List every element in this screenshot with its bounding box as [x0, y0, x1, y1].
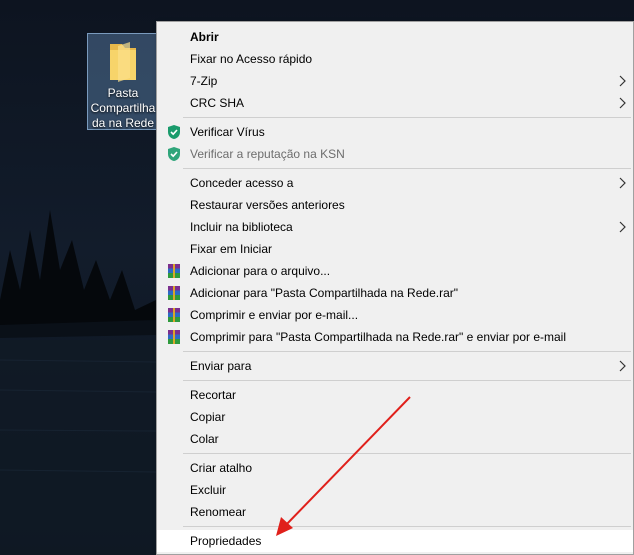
- chevron-right-icon: [619, 360, 626, 372]
- menu-item-send-to[interactable]: Enviar para: [157, 355, 633, 377]
- menu-item-check-reputation[interactable]: Verificar a reputação na KSN: [157, 143, 633, 165]
- menu-item-label: Comprimir e enviar por e-mail...: [190, 308, 359, 322]
- menu-item-compress-rar-email[interactable]: Comprimir para "Pasta Compartilhada na R…: [157, 326, 633, 348]
- winrar-icon: [168, 330, 180, 344]
- folder-icon: [110, 42, 136, 82]
- menu-separator: [183, 380, 631, 381]
- menu-item-label: 7-Zip: [190, 74, 218, 88]
- menu-item-label: Fixar no Acesso rápido: [190, 52, 313, 66]
- menu-item-delete[interactable]: Excluir: [157, 479, 633, 501]
- menu-item-compress-email[interactable]: Comprimir e enviar por e-mail...: [157, 304, 633, 326]
- menu-separator: [183, 351, 631, 352]
- menu-item-add-archive[interactable]: Adicionar para o arquivo...: [157, 260, 633, 282]
- menu-item-label: Adicionar para "Pasta Compartilhada na R…: [190, 286, 458, 300]
- menu-item-give-access[interactable]: Conceder acesso a: [157, 172, 633, 194]
- winrar-icon: [168, 264, 180, 278]
- menu-item-label: Verificar Vírus: [190, 125, 265, 139]
- menu-item-7zip[interactable]: 7-Zip: [157, 70, 633, 92]
- menu-item-create-shortcut[interactable]: Criar atalho: [157, 457, 633, 479]
- chevron-right-icon: [619, 221, 626, 233]
- menu-item-label: Restaurar versões anteriores: [190, 198, 345, 212]
- menu-item-properties[interactable]: Propriedades: [157, 530, 633, 552]
- winrar-icon: [168, 308, 180, 322]
- menu-item-crc-sha[interactable]: CRC SHA: [157, 92, 633, 114]
- menu-item-include-library[interactable]: Incluir na biblioteca: [157, 216, 633, 238]
- menu-item-scan-virus[interactable]: Verificar Vírus: [157, 121, 633, 143]
- menu-item-label: Conceder acesso a: [190, 176, 294, 190]
- desktop-folder-label: Pasta Compartilhada na Rede: [90, 86, 156, 130]
- menu-separator: [183, 526, 631, 527]
- menu-item-label: CRC SHA: [190, 96, 245, 110]
- menu-item-rename[interactable]: Renomear: [157, 501, 633, 523]
- menu-item-label: Colar: [190, 432, 219, 446]
- menu-item-copy[interactable]: Copiar: [157, 406, 633, 428]
- menu-item-label: Abrir: [190, 30, 219, 44]
- menu-item-label: Copiar: [190, 410, 226, 424]
- chevron-right-icon: [619, 75, 626, 87]
- menu-item-label: Fixar em Iniciar: [190, 242, 273, 256]
- menu-item-label: Criar atalho: [190, 461, 253, 475]
- desktop-folder-icon[interactable]: Pasta Compartilhada na Rede: [87, 33, 157, 130]
- menu-item-pin-start[interactable]: Fixar em Iniciar: [157, 238, 633, 260]
- menu-item-label: Comprimir para "Pasta Compartilhada na R…: [190, 330, 567, 344]
- chevron-right-icon: [619, 97, 626, 109]
- menu-item-label: Recortar: [190, 388, 237, 402]
- winrar-icon: [168, 286, 180, 300]
- shield-check-icon: [168, 125, 180, 139]
- menu-separator: [183, 117, 631, 118]
- chevron-right-icon: [619, 177, 626, 189]
- menu-item-label: Excluir: [190, 483, 227, 497]
- menu-item-cut[interactable]: Recortar: [157, 384, 633, 406]
- menu-item-label: Verificar a reputação na KSN: [190, 147, 345, 161]
- context-menu: Abrir Fixar no Acesso rápido 7-Zip CRC S…: [156, 21, 634, 555]
- menu-item-label: Propriedades: [190, 534, 262, 548]
- menu-item-pin-quick-access[interactable]: Fixar no Acesso rápido: [157, 48, 633, 70]
- shield-check-icon: [168, 147, 180, 161]
- menu-item-label: Adicionar para o arquivo...: [190, 264, 331, 278]
- menu-item-add-to-rar[interactable]: Adicionar para "Pasta Compartilhada na R…: [157, 282, 633, 304]
- menu-item-paste[interactable]: Colar: [157, 428, 633, 450]
- menu-item-restore-versions[interactable]: Restaurar versões anteriores: [157, 194, 633, 216]
- menu-item-label: Enviar para: [190, 359, 252, 373]
- menu-item-label: Renomear: [190, 505, 247, 519]
- menu-separator: [183, 453, 631, 454]
- menu-item-label: Incluir na biblioteca: [190, 220, 293, 234]
- menu-item-open[interactable]: Abrir: [157, 26, 633, 48]
- menu-separator: [183, 168, 631, 169]
